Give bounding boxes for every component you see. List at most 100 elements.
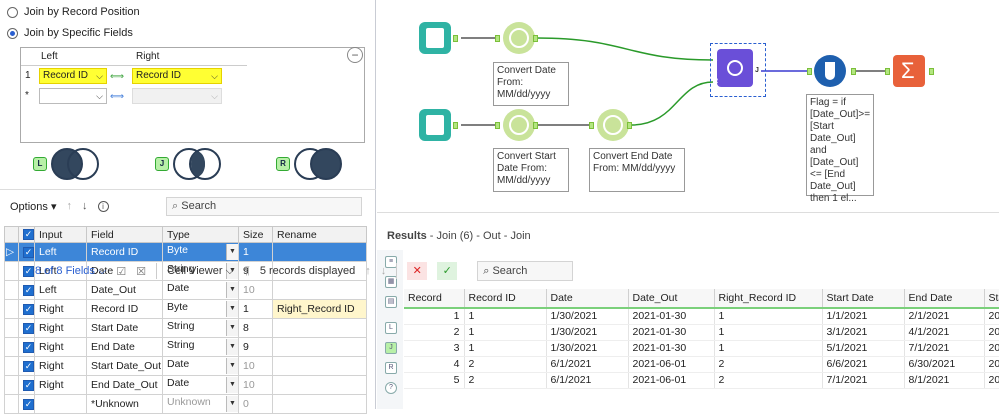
results-cell[interactable]: 5 <box>404 372 465 389</box>
results-cell[interactable]: 6/1/2021 <box>546 356 629 373</box>
field-checkbox[interactable]: ✓ <box>18 356 35 376</box>
results-cell[interactable]: 4 <box>404 356 465 373</box>
results-cell[interactable]: 1 <box>404 308 465 325</box>
grid-icon[interactable]: ▤ <box>385 296 397 308</box>
join-tool[interactable] <box>717 49 753 87</box>
cell-viewer-dropdown[interactable]: Cell Viewer ⌵ <box>167 265 234 278</box>
results-search-input[interactable]: ⌕ Search <box>477 261 574 281</box>
results-cell[interactable]: 1/30/2021 <box>546 340 629 357</box>
results-cell[interactable]: 1 <box>714 340 823 357</box>
chevron-down-icon[interactable]: ▼ <box>226 320 238 336</box>
input-data-tool-2[interactable] <box>419 109 451 141</box>
select-field-row[interactable]: ✓ Right End Date ▼ String 9 <box>4 337 367 357</box>
results-cell[interactable]: 3/1/2021 <box>822 324 905 341</box>
field-checkbox[interactable]: ✓ <box>18 337 35 357</box>
chevron-down-icon[interactable]: ▼ <box>226 301 238 317</box>
field-cell[interactable]: *Unknown <box>86 394 163 414</box>
results-cell[interactable]: 2021-06-01 <box>628 372 715 389</box>
field-cell[interactable]: Start Date <box>86 318 163 338</box>
rename-cell[interactable] <box>272 394 367 414</box>
size-cell[interactable]: 10 <box>238 375 273 395</box>
output-anchor[interactable] <box>533 122 538 129</box>
output-anchor[interactable] <box>533 35 538 42</box>
results-cell[interactable]: 2021-01-30 <box>628 308 715 325</box>
type-cell[interactable]: ▼ Date <box>162 375 239 395</box>
sort-up-icon[interactable]: ↑ <box>365 265 371 277</box>
output-anchor[interactable] <box>453 122 458 129</box>
results-col-header[interactable]: Record <box>404 289 465 309</box>
results-cell[interactable]: 1/30/2021 <box>546 308 629 325</box>
results-cell[interactable]: 8/1/2021 <box>904 372 985 389</box>
left-field-select[interactable]: ⌵ <box>39 88 107 104</box>
type-cell[interactable]: ▼ String <box>162 318 239 338</box>
results-cell[interactable]: 6/30/2021 <box>904 356 985 373</box>
select-field-row[interactable]: ✓ Right End Date_Out ▼ Date 10 <box>4 375 367 395</box>
row-selector[interactable] <box>4 337 19 357</box>
fields-dropdown[interactable]: 8 of 8 Fields ⌵ <box>35 265 106 278</box>
field-cell[interactable]: End Date_Out <box>86 375 163 395</box>
field-checkbox[interactable]: ✓ <box>18 375 35 395</box>
results-row[interactable]: 111/30/20212021-01-3011/1/20212/1/202120 <box>404 308 999 325</box>
results-cell[interactable]: 1 <box>464 308 547 325</box>
results-row[interactable]: 311/30/20212021-01-3015/1/20217/1/202120 <box>404 340 999 357</box>
field-checkbox[interactable]: ✓ <box>18 318 35 338</box>
results-cell[interactable]: 2 <box>404 324 465 341</box>
output-anchor[interactable] <box>453 35 458 42</box>
row-selector[interactable] <box>4 375 19 395</box>
results-cell[interactable]: 2 <box>714 372 823 389</box>
results-cell[interactable]: 7/1/2021 <box>904 340 985 357</box>
output-anchor[interactable] <box>627 122 632 129</box>
results-cell[interactable]: 4/1/2021 <box>904 324 985 341</box>
input-data-tool-1[interactable] <box>419 22 451 54</box>
chevron-down-icon[interactable]: ▼ <box>226 339 238 355</box>
field-cell[interactable]: Start Date_Out <box>86 356 163 376</box>
row-selector[interactable] <box>4 356 19 376</box>
chevron-down-icon[interactable]: ▼ <box>226 377 238 393</box>
remove-row-button[interactable]: − <box>347 47 363 63</box>
results-row[interactable]: 426/1/20212021-06-0126/6/20216/30/202120 <box>404 356 999 373</box>
select-all-checkbox[interactable]: ✓ <box>18 226 35 243</box>
rename-cell[interactable] <box>272 375 367 395</box>
size-cell[interactable]: 1 <box>238 299 273 319</box>
results-cell[interactable]: 6/6/2021 <box>822 356 905 373</box>
row-selector[interactable]: ▷ <box>4 242 19 262</box>
row-selector[interactable] <box>4 261 19 281</box>
input-anchor[interactable] <box>589 122 594 129</box>
rename-cell[interactable] <box>272 337 367 357</box>
formula-tool[interactable] <box>814 55 846 87</box>
results-cell[interactable]: 1/30/2021 <box>546 324 629 341</box>
pilcrow-icon[interactable]: ¶ <box>244 265 250 277</box>
results-cell[interactable]: 6/1/2021 <box>546 372 629 389</box>
size-cell[interactable]: 9 <box>238 337 273 357</box>
field-checkbox[interactable]: ✓ <box>18 280 35 300</box>
input-anchor[interactable] <box>807 68 812 75</box>
inner-join-toggle[interactable]: J <box>155 148 225 182</box>
rename-cell[interactable] <box>272 356 367 376</box>
results-row[interactable]: 211/30/20212021-01-3013/1/20214/1/202120 <box>404 324 999 341</box>
check-icon[interactable]: ✓ <box>437 262 458 280</box>
summarize-tool[interactable]: Σ <box>893 55 925 87</box>
output-anchor[interactable] <box>929 68 934 75</box>
results-col-header[interactable]: Date <box>546 289 629 309</box>
radio-join-by-fields[interactable]: Join by Specific Fields <box>7 27 133 39</box>
size-cell[interactable]: 10 <box>238 356 273 376</box>
results-cell[interactable]: 2021-01-30 <box>628 340 715 357</box>
field-checkbox[interactable]: ✓ <box>18 261 35 281</box>
input-anchor[interactable] <box>495 122 500 129</box>
results-cell[interactable]: 2 <box>714 356 823 373</box>
results-cell[interactable]: 2021-01-30 <box>628 324 715 341</box>
field-cell[interactable]: Record ID <box>86 299 163 319</box>
row-selector[interactable] <box>4 280 19 300</box>
info-icon[interactable]: i <box>97 200 109 212</box>
row-selector[interactable] <box>4 394 19 414</box>
type-cell[interactable]: ▼ String <box>162 337 239 357</box>
datetime-tool-3[interactable] <box>597 109 629 141</box>
right-field-select[interactable]: Record ID ⌵ <box>132 68 222 84</box>
datetime-tool-2[interactable] <box>503 109 535 141</box>
results-cell[interactable]: 20 <box>984 308 999 325</box>
clear-icon[interactable]: ☒ <box>136 265 146 278</box>
results-cell[interactable]: 20 <box>984 372 999 389</box>
anchor-r-icon[interactable]: R <box>385 362 397 374</box>
left-field-select[interactable]: Record ID ⌵ <box>39 68 107 84</box>
results-cell[interactable]: 20 <box>984 356 999 373</box>
